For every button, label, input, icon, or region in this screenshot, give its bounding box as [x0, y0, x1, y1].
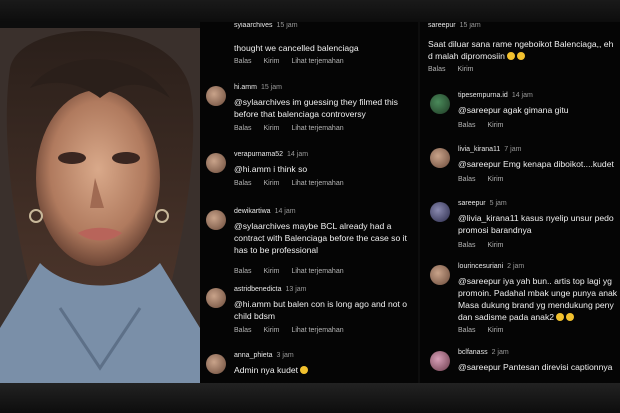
comment-username[interactable]: bclfanass 2 jam	[458, 349, 509, 356]
comment-actions: Balas Kirim	[458, 242, 515, 249]
avatar[interactable]	[206, 153, 226, 173]
comment-text: @sylaarchives maybe BCL already had a co…	[234, 221, 407, 255]
reply-button[interactable]: Balas	[234, 180, 252, 187]
comment-actions: Balas Kirim Lihat terjemahan	[234, 180, 356, 187]
send-button[interactable]: Kirim	[488, 242, 504, 249]
comments-panel-right[interactable]: sareepur 15 jam Saat diluar sana rame nge…	[420, 22, 620, 383]
reply-button[interactable]: Balas	[234, 268, 252, 275]
send-button[interactable]: Kirim	[264, 268, 280, 275]
comment-text: Admin nya kudet	[234, 364, 416, 376]
comment-text: @hi.amm i think so	[234, 164, 308, 174]
comment-text: Saat diluar sana rame ngeboikot Balencia…	[428, 39, 614, 61]
comment-username[interactable]: tipesempurna.id 14 jam	[458, 92, 533, 99]
laugh-emoji-icon	[516, 52, 525, 60]
avatar[interactable]	[206, 210, 226, 230]
send-button[interactable]: Kirim	[488, 327, 504, 334]
send-button[interactable]: Kirim	[264, 327, 280, 334]
comment-actions: Balas Kirim	[428, 66, 485, 73]
comment-actions: Balas Kirim	[458, 327, 515, 334]
laugh-emoji-icon	[506, 52, 515, 60]
send-button[interactable]: Kirim	[264, 58, 280, 65]
avatar[interactable]	[206, 354, 226, 374]
comment-text: @livia_kirana11 kasus nyelip unsur pedo …	[458, 213, 614, 235]
comment-actions: Balas Kirim Lihat terjemahan	[234, 327, 356, 334]
translate-link[interactable]: Lihat terjemahan	[291, 125, 343, 132]
reply-button[interactable]: Balas	[458, 122, 476, 129]
comment-text: @sareepur iya yah bun.. artis top lagi y…	[458, 276, 618, 322]
avatar[interactable]	[206, 86, 226, 106]
reply-button[interactable]: Balas	[458, 176, 476, 183]
comment-username[interactable]: dewikartiwa 14 jam	[234, 208, 296, 215]
bottom-blur-bar	[0, 383, 620, 413]
comment-username[interactable]: hi.amm 15 jam	[234, 84, 282, 91]
comment-username[interactable]: astridbenedicta 13 jam	[234, 286, 307, 293]
sad-emoji-icon	[566, 313, 575, 321]
comment-actions: Balas Kirim	[458, 122, 515, 129]
translate-link[interactable]: Lihat terjemahan	[291, 180, 343, 187]
sad-emoji-icon	[556, 313, 565, 321]
comment-actions: Balas Kirim	[458, 176, 515, 183]
portrait-image	[0, 28, 200, 383]
avatar[interactable]	[430, 351, 450, 371]
send-button[interactable]: Kirim	[264, 180, 280, 187]
translate-link[interactable]: Lihat terjemahan	[291, 58, 343, 65]
send-button[interactable]: Kirim	[488, 176, 504, 183]
avatar[interactable]	[206, 288, 226, 308]
comments-panel-left[interactable]: syiaarchives 15 jam thought we cancelled …	[200, 22, 418, 383]
reply-button[interactable]: Balas	[428, 66, 446, 73]
translate-link[interactable]: Lihat terjemahan	[291, 268, 343, 275]
send-button[interactable]: Kirim	[458, 66, 474, 73]
comment-text: @sylaarchives im guessing they filmed th…	[234, 97, 398, 119]
comment-username[interactable]: sareepur 5 jam	[458, 200, 507, 207]
comment-actions: Balas Kirim Lihat terjemahan	[234, 268, 356, 275]
comment-text: @sareepur Pantesan direvisi captionnya	[458, 362, 613, 372]
comment-text: thought we cancelled balenciaga	[234, 43, 359, 53]
avatar[interactable]	[430, 94, 450, 114]
send-button[interactable]: Kirim	[488, 122, 504, 129]
reply-button[interactable]: Balas	[234, 58, 252, 65]
comment-text: @hi.amm but balen con is long ago and no…	[234, 299, 408, 321]
top-blur-bar	[0, 0, 620, 22]
comment-actions: Balas Kirim Lihat terjemahan	[234, 125, 356, 132]
reply-button[interactable]: Balas	[234, 327, 252, 334]
comment-text: @sareepur Emg kenapa diboikot....kudet	[458, 159, 614, 169]
smile-emoji-icon	[300, 366, 309, 374]
send-button[interactable]: Kirim	[264, 125, 280, 132]
comment-username[interactable]: livia_kirana11 7 jam	[458, 146, 521, 153]
avatar[interactable]	[430, 265, 450, 285]
comment-username[interactable]: sareepur 15 jam	[428, 22, 481, 29]
reply-button[interactable]: Balas	[458, 327, 476, 334]
comment-actions: Balas Kirim Lihat terjemahan	[234, 58, 356, 65]
comment-text: @sareepur agak gimana gitu	[458, 105, 569, 115]
translate-link[interactable]: Lihat terjemahan	[291, 327, 343, 334]
comment-username[interactable]: verapurnama52 14 jam	[234, 151, 308, 158]
avatar[interactable]	[430, 148, 450, 168]
reply-button[interactable]: Balas	[458, 242, 476, 249]
comment-username[interactable]: syiaarchives 15 jam	[234, 22, 298, 29]
reply-button[interactable]: Balas	[234, 125, 252, 132]
profile-photo	[0, 28, 200, 383]
comment-username[interactable]: anna_phieta 3 jam	[234, 352, 294, 359]
comment-username[interactable]: lourincesuriani 2 jam	[458, 263, 524, 270]
avatar[interactable]	[430, 202, 450, 222]
